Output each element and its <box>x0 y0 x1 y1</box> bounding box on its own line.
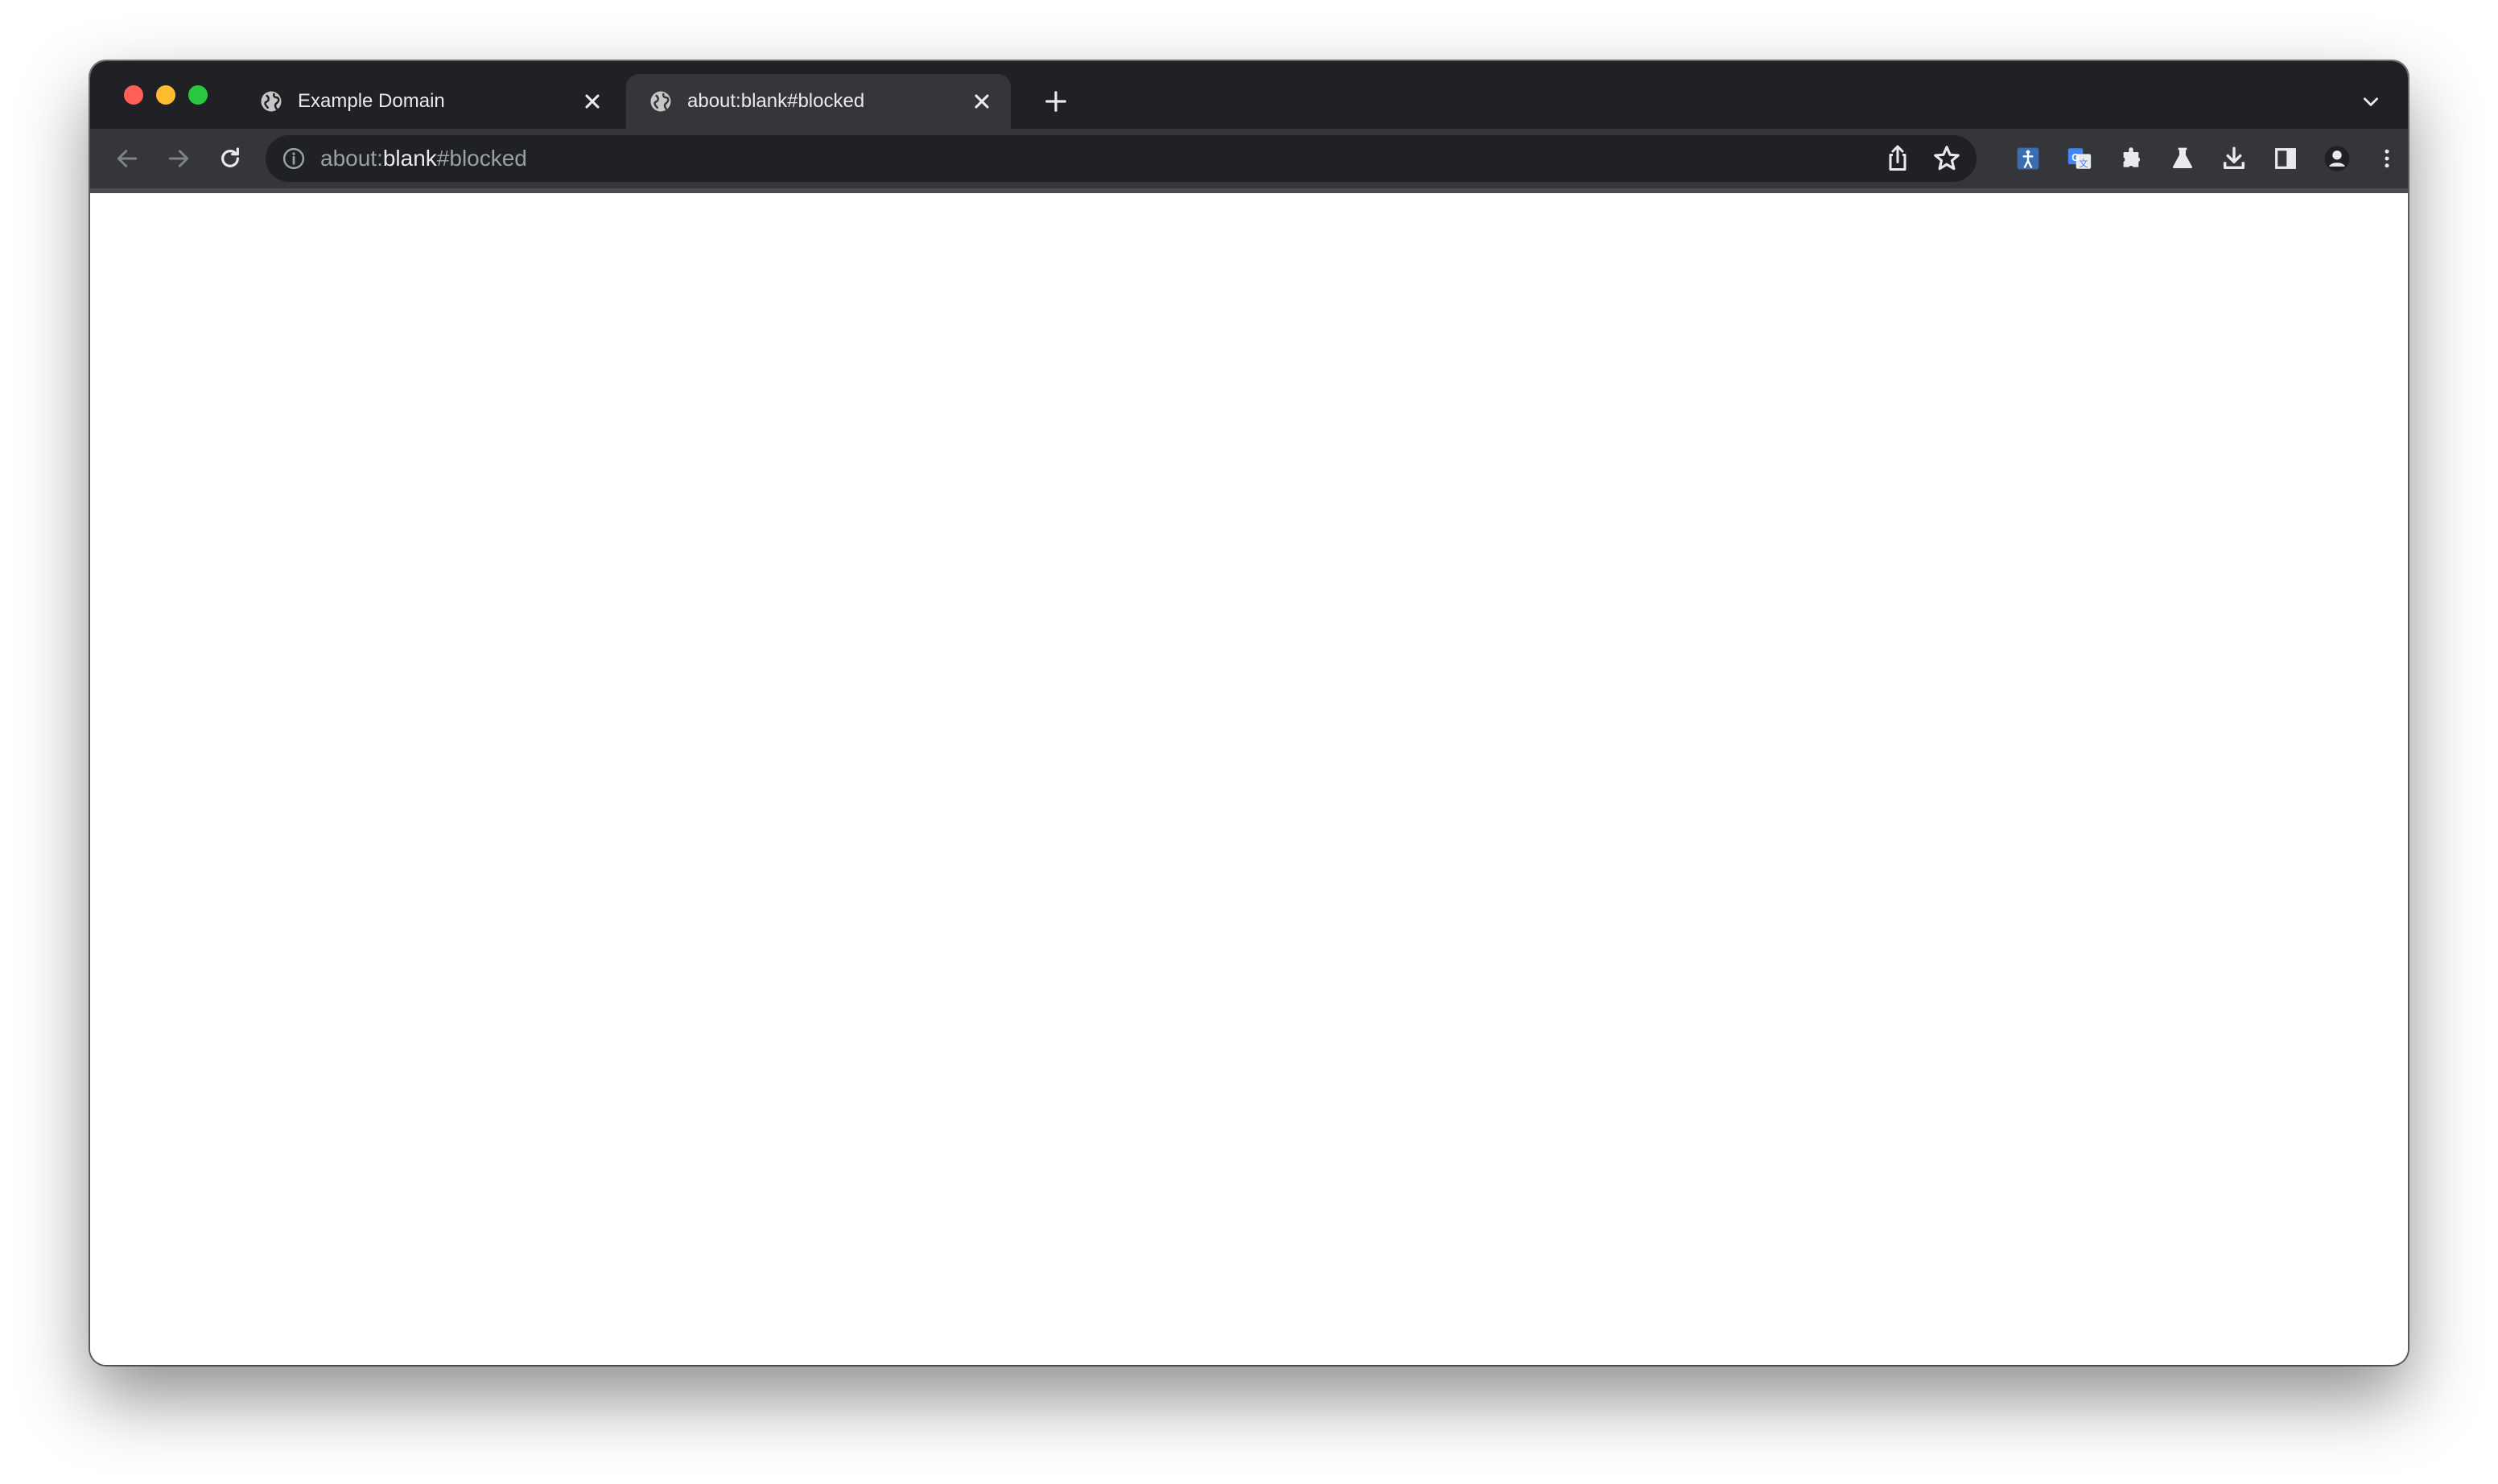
forward-arrow-icon <box>168 150 189 167</box>
globe-icon <box>261 91 282 112</box>
page-content <box>90 193 2408 1365</box>
tab-strip: Example Domain about:blank#blocked <box>90 61 2408 129</box>
tab-title: Example Domain <box>298 90 445 112</box>
google-translate-button[interactable]: G 文 <box>2060 139 2099 178</box>
new-tab-button[interactable] <box>1033 85 1078 117</box>
accessibility-extension-button[interactable] <box>2009 139 2047 178</box>
forward-button[interactable] <box>159 139 198 178</box>
menu-button[interactable] <box>2369 139 2405 178</box>
tab-example-domain[interactable]: Example Domain <box>237 74 621 129</box>
url-fragment: #blocked <box>436 146 527 171</box>
download-icon <box>2223 146 2245 170</box>
google-translate-icon: G 文 <box>2067 148 2092 169</box>
tab-title: about:blank#blocked <box>687 90 865 112</box>
profile-icon <box>2324 146 2350 171</box>
extensions-button[interactable] <box>2112 139 2150 178</box>
star-icon[interactable] <box>1931 143 1962 174</box>
window-maximize-button[interactable] <box>188 85 208 105</box>
info-icon[interactable] <box>282 146 306 171</box>
side-panel-button[interactable] <box>2266 139 2305 178</box>
accessibility-extension-icon <box>2017 147 2039 170</box>
browser-window: Example Domain about:blank#blocked about… <box>90 61 2408 1365</box>
close-icon[interactable] <box>581 90 604 113</box>
profile-button[interactable] <box>2318 139 2356 178</box>
chevron-down-icon <box>2364 97 2378 106</box>
puzzle-icon <box>2123 147 2141 167</box>
close-icon[interactable] <box>971 90 993 113</box>
tab-search-button[interactable] <box>2356 87 2385 116</box>
side-panel-icon <box>2275 148 2296 169</box>
reload-button[interactable] <box>211 139 249 178</box>
kebab-menu-icon <box>2385 149 2389 168</box>
tab-about-blank-blocked[interactable]: about:blank#blocked <box>626 74 1011 129</box>
downloads-button[interactable] <box>2215 139 2253 178</box>
labs-button[interactable] <box>2163 139 2202 178</box>
window-close-button[interactable] <box>124 85 143 105</box>
url-scheme: about: <box>320 146 383 171</box>
back-arrow-icon <box>117 150 138 167</box>
share-icon[interactable] <box>1883 144 1912 173</box>
window-minimize-button[interactable] <box>156 85 175 105</box>
svg-text:文: 文 <box>2079 158 2088 169</box>
flask-icon <box>2173 147 2192 168</box>
address-url[interactable]: about:blank#blocked <box>320 135 527 182</box>
plus-icon <box>1045 91 1066 112</box>
back-button[interactable] <box>108 139 146 178</box>
address-bar[interactable]: about:blank#blocked <box>266 135 1977 182</box>
toolbar: about:blank#blocked G 文 <box>90 129 2408 188</box>
desktop: Example Domain about:blank#blocked about… <box>0 0 2498 1484</box>
url-host: blank <box>382 146 437 171</box>
globe-icon <box>650 91 671 112</box>
reload-icon <box>221 147 239 167</box>
